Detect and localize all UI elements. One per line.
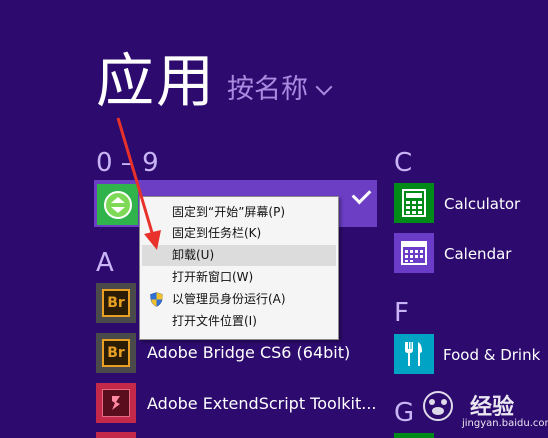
watermark-text: 经验	[470, 395, 515, 420]
app-refresh-icon	[103, 190, 132, 219]
app-label-calendar[interactable]: Calendar	[444, 244, 511, 264]
menu-item-run-as-admin[interactable]: 以管理员身份运行(A)	[142, 289, 336, 310]
calculator-icon	[402, 189, 426, 217]
food-drink-icon	[405, 342, 422, 366]
menu-item-pin-taskbar[interactable]: 固定到任务栏(K)	[142, 223, 336, 244]
app-tile-calendar[interactable]	[394, 233, 434, 273]
app-label-adobe-bridge[interactable]: Adobe Bridge CS6 (64bit)	[147, 343, 350, 363]
menu-item-open-new-window[interactable]: 打开新窗口(W)	[142, 267, 336, 288]
app-label-calculator[interactable]: Calculator	[444, 194, 520, 214]
app-tile-extendscript[interactable]	[96, 383, 136, 423]
app-tile-calculator[interactable]	[394, 183, 434, 223]
group-header-g: G	[394, 398, 415, 428]
app-tile-partial-bottom[interactable]	[96, 432, 136, 438]
extendscript-icon	[102, 389, 130, 417]
group-header-digits: 0 – 9	[96, 148, 159, 178]
app-tile-adobe-bridge-partial[interactable]: Br	[96, 283, 136, 323]
app-tile-food-drink[interactable]	[394, 334, 434, 374]
sort-dropdown[interactable]: 按名称	[227, 72, 333, 108]
page-title: 应用	[96, 47, 217, 115]
watermark-sub: jingyan.baidu.com	[462, 418, 548, 429]
shield-icon	[150, 292, 163, 307]
app-label-food-drink[interactable]: Food & Drink	[443, 345, 540, 365]
calendar-icon	[401, 241, 427, 265]
group-header-c: C	[394, 148, 413, 178]
group-header-f: F	[394, 298, 409, 328]
app-tile-adobe-bridge[interactable]: Br	[96, 333, 136, 373]
menu-item-open-file-location[interactable]: 打开文件位置(I)	[142, 311, 336, 332]
context-menu: 固定到“开始”屏幕(P) 固定到任务栏(K) 卸载(U) 打开新窗口(W) 以管…	[139, 196, 339, 340]
sort-label: 按名称	[227, 74, 308, 105]
bridge-icon: Br	[102, 339, 130, 367]
bridge-icon: Br	[102, 289, 130, 317]
selected-app-icon[interactable]	[97, 184, 138, 225]
chevron-down-icon	[315, 78, 333, 96]
menu-item-uninstall[interactable]: 卸载(U)	[142, 245, 336, 266]
app-label-extendscript[interactable]: Adobe ExtendScript Toolkit...	[147, 394, 377, 414]
group-header-a: A	[96, 248, 114, 278]
menu-item-pin-start[interactable]: 固定到“开始”屏幕(P)	[142, 202, 336, 223]
